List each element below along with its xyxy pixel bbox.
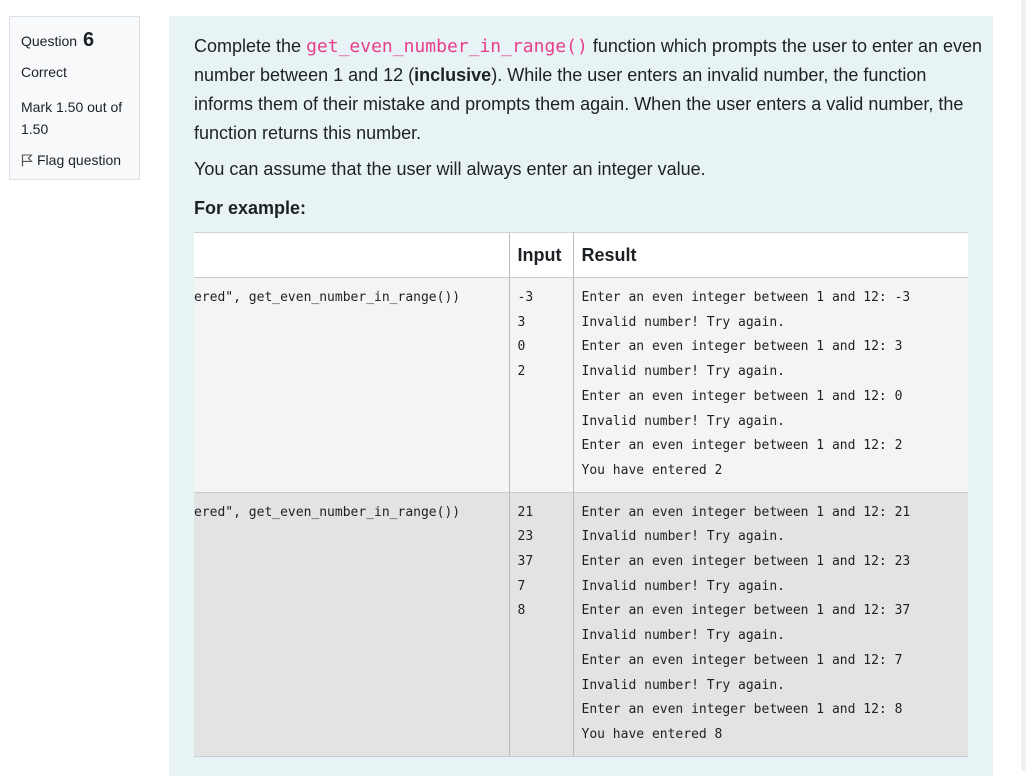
input-line: 2 — [517, 364, 526, 380]
result-line: Enter an even integer between 1 and 12: … — [581, 652, 903, 668]
result-line: Enter an even integer between 1 and 12: … — [581, 438, 903, 454]
result-line: Invalid number! Try again. — [581, 628, 786, 644]
result-cell: Enter an even integer between 1 and 12: … — [573, 492, 968, 757]
question-content: Complete the get_even_number_in_range() … — [169, 16, 993, 776]
question-state: Correct — [21, 64, 67, 80]
result-line: Invalid number! Try again. — [581, 314, 786, 330]
input-line: -3 — [517, 290, 534, 305]
input-line: 3 — [517, 314, 526, 330]
page-scrollbar[interactable] — [1021, 0, 1026, 771]
flag-icon — [21, 154, 33, 167]
question-text: Complete the get_even_number_in_range() … — [194, 36, 983, 143]
table-row: ered", get_even_number_in_range()) -3 3 … — [194, 277, 968, 493]
input-line: 7 — [517, 578, 526, 594]
test-cell: ered", get_even_number_in_range()) — [194, 277, 509, 493]
column-header-input: Input — [508, 232, 574, 278]
examples-table: Input Result ered", get_even_number_in_r… — [194, 232, 968, 757]
result-line: Invalid number! Try again. — [581, 529, 786, 545]
input-line: 0 — [517, 339, 526, 355]
result-line: Invalid number! Try again. — [581, 364, 786, 380]
input-cell: 21 23 37 7 8 — [508, 492, 574, 757]
result-line: Enter an even integer between 1 and 12: … — [581, 554, 911, 570]
function-name-code: get_even_number_in_range() — [306, 36, 588, 57]
result-line: Enter an even integer between 1 and 12: … — [581, 702, 903, 718]
result-line: Invalid number! Try again. — [581, 677, 786, 693]
test-cell: ered", get_even_number_in_range()) — [194, 492, 509, 757]
question-info-panel: Question 6 Correct Mark 1.50 out of 1.50… — [9, 16, 140, 180]
result-line: Enter an even integer between 1 and 12: … — [581, 388, 903, 404]
column-header-test — [194, 232, 509, 278]
column-header-result: Result — [573, 232, 968, 278]
result-line: Invalid number! Try again. — [581, 413, 786, 429]
result-line: Invalid number! Try again. — [581, 578, 786, 594]
result-cell: Enter an even integer between 1 and 12: … — [573, 277, 968, 493]
result-line: You have entered 8 — [581, 726, 723, 742]
input-line: 37 — [517, 554, 534, 570]
result-line: Enter an even integer between 1 and 12: … — [581, 504, 911, 520]
example-heading: For example: — [194, 198, 307, 218]
input-line: 23 — [517, 529, 534, 545]
flag-question-label: Flag question — [37, 152, 122, 168]
flag-question-button[interactable]: Flag question — [21, 152, 121, 168]
table-row: ered", get_even_number_in_range()) 21 23… — [194, 492, 968, 757]
inclusive-bold: inclusive — [414, 65, 492, 85]
result-line: Enter an even integer between 1 and 12: … — [581, 290, 911, 305]
result-line: Enter an even integer between 1 and 12: … — [581, 603, 911, 619]
input-cell: -3 3 0 2 — [508, 277, 574, 493]
question-number: Question 6 — [21, 29, 95, 51]
result-line: Enter an even integer between 1 and 12: … — [581, 339, 903, 355]
result-line: You have entered 2 — [581, 462, 723, 478]
assumption-text: You can assume that the user will always… — [194, 159, 706, 179]
question-grade: Mark 1.50 out of 1.50 — [21, 99, 123, 137]
input-line: 8 — [517, 603, 526, 619]
input-line: 21 — [517, 504, 534, 520]
